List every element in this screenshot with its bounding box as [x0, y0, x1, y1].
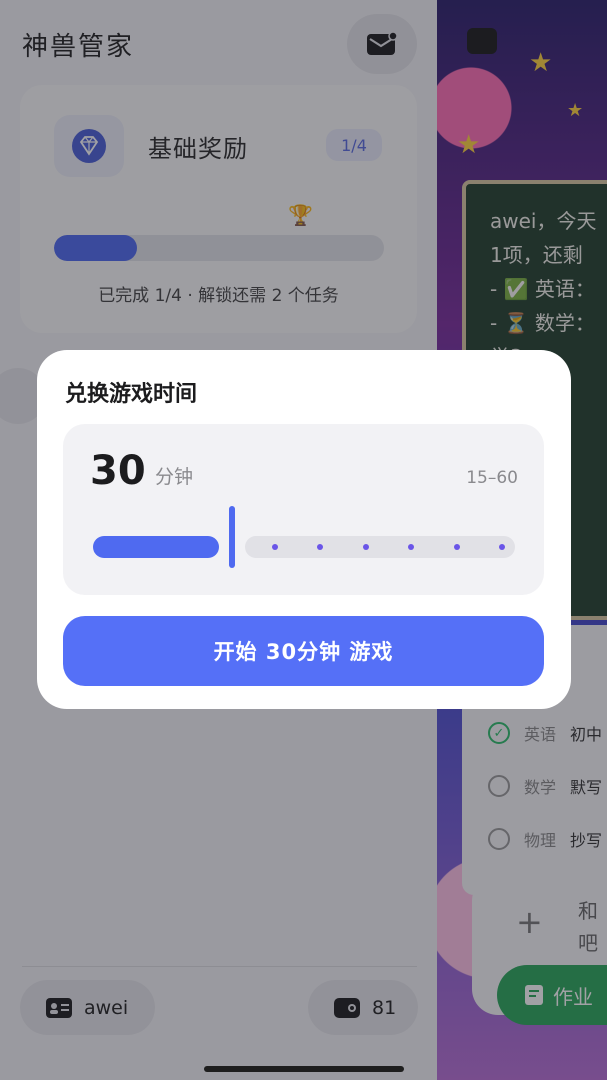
slider-tick — [272, 544, 278, 550]
slider-track[interactable] — [245, 536, 515, 558]
slider-tick — [363, 544, 369, 550]
slider-tick — [454, 544, 460, 550]
start-game-button[interactable]: 开始 30分钟 游戏 — [63, 616, 544, 686]
slider-fill — [93, 536, 219, 558]
slider-tick — [317, 544, 323, 550]
range-label: 15–60 — [466, 468, 518, 488]
minutes-slider[interactable] — [93, 506, 515, 568]
slider-thumb[interactable] — [229, 506, 235, 568]
dialog-title: 兑换游戏时间 — [65, 382, 198, 407]
slider-tick — [499, 544, 505, 550]
minutes-unit: 分钟 — [155, 466, 194, 488]
time-picker: 30 分钟 15–60 — [63, 424, 544, 595]
slider-tick — [408, 544, 414, 550]
redeem-game-time-dialog: 兑换游戏时间 30 分钟 15–60 开始 30分钟 游戏 — [37, 350, 571, 709]
minutes-value: 30 — [90, 448, 146, 494]
home-indicator[interactable] — [204, 1066, 404, 1072]
